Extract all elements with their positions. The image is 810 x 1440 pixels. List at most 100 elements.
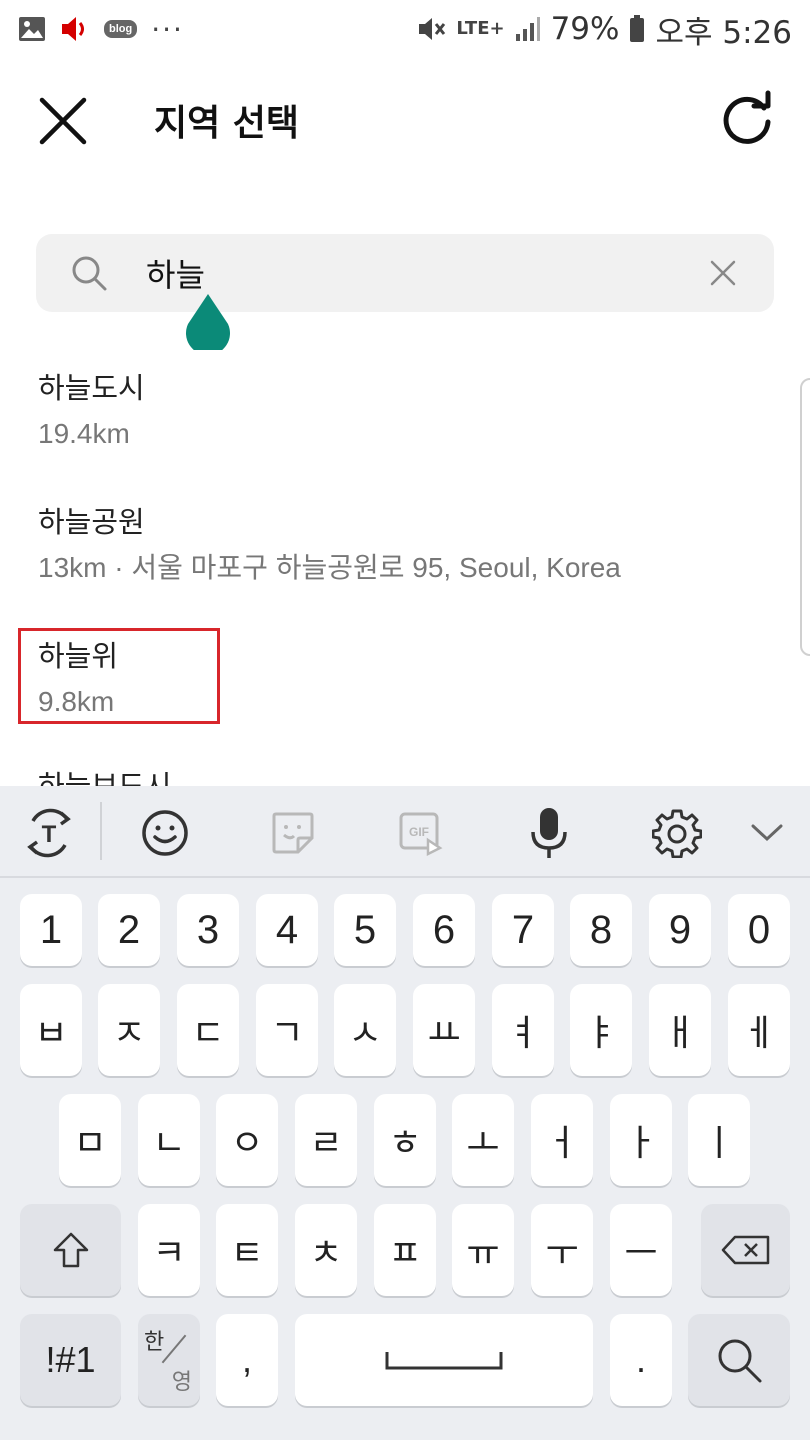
battery-percent: 79% <box>550 11 620 47</box>
clear-search-icon[interactable] <box>710 260 736 286</box>
search-icon <box>72 256 107 291</box>
key-1[interactable]: 1 <box>20 894 82 966</box>
page-title: 지역 선택 <box>154 103 300 144</box>
list-item[interactable]: 하늘도시 19.4km <box>38 368 145 454</box>
key-mieum[interactable]: ㅁ <box>59 1094 121 1186</box>
more-notifications-icon: ··· <box>151 12 184 46</box>
key-ya[interactable]: ㅑ <box>570 984 632 1076</box>
network-type: LTE+ <box>456 18 505 39</box>
gear-icon <box>652 809 702 858</box>
key-2[interactable]: 2 <box>98 894 160 966</box>
emoji-icon <box>142 810 188 856</box>
key-chieut[interactable]: ㅊ <box>295 1204 357 1296</box>
keyboard-toolbar: T GIF <box>0 786 810 878</box>
app-header: 지역 선택 <box>0 58 810 176</box>
key-0[interactable]: 0 <box>728 894 790 966</box>
text-mode-icon: T <box>27 808 71 858</box>
result-detail: 13km · 서울 마포구 하늘공원로 95, Seoul, Korea <box>38 552 621 583</box>
key-o[interactable]: ㅗ <box>452 1094 514 1186</box>
key-yu[interactable]: ㅠ <box>452 1204 514 1296</box>
key-pieup[interactable]: ㅍ <box>374 1204 436 1296</box>
close-icon <box>39 97 87 145</box>
hide-keyboard-button[interactable] <box>738 804 796 862</box>
key-u[interactable]: ㅜ <box>531 1204 593 1296</box>
edge-panel-handle[interactable] <box>800 378 810 656</box>
toolbar-divider <box>100 802 102 860</box>
key-ieung[interactable]: ㅇ <box>216 1094 278 1186</box>
search-input[interactable] <box>146 248 686 298</box>
backspace-key[interactable] <box>701 1204 790 1296</box>
keyboard: T GIF 1 2 3 4 5 6 7 8 9 0 ㅂ ㅈ ㄷ ㄱ ㅅ ㅛ ㅕ … <box>0 786 810 1440</box>
list-item[interactable]: 하늘공원 13km · 서울 마포구 하늘공원로 95, Seoul, Kore… <box>38 502 621 588</box>
key-bieup[interactable]: ㅂ <box>20 984 82 1076</box>
language-switch-key[interactable]: 한 영 <box>138 1314 200 1406</box>
key-eu[interactable]: ㅡ <box>610 1204 672 1296</box>
list-item[interactable]: 하늘보도시 <box>38 766 171 786</box>
chevron-down-icon <box>751 824 783 842</box>
key-giyeok[interactable]: ㄱ <box>256 984 318 1076</box>
key-tieut[interactable]: ㅌ <box>216 1204 278 1296</box>
keyboard-settings-button[interactable] <box>648 804 706 862</box>
refresh-icon <box>723 90 771 144</box>
selection-highlight <box>18 628 220 724</box>
gallery-icon <box>18 16 46 42</box>
key-9[interactable]: 9 <box>649 894 711 966</box>
key-8[interactable]: 8 <box>570 894 632 966</box>
gif-icon: GIF <box>399 812 443 856</box>
voice-input-button[interactable] <box>520 804 578 862</box>
search-icon <box>718 1339 762 1383</box>
result-detail: 19.4km <box>38 418 130 449</box>
volume-icon <box>60 15 90 43</box>
period-key[interactable]: . <box>610 1314 672 1406</box>
lang-english-label: 영 <box>171 1370 192 1395</box>
signal-icon <box>515 16 541 42</box>
svg-text:GIF: GIF <box>409 825 429 839</box>
key-6[interactable]: 6 <box>413 894 475 966</box>
key-ae[interactable]: ㅐ <box>649 984 711 1076</box>
mic-icon <box>531 808 567 858</box>
key-5[interactable]: 5 <box>334 894 396 966</box>
key-rieul[interactable]: ㄹ <box>295 1094 357 1186</box>
key-4[interactable]: 4 <box>256 894 318 966</box>
search-key[interactable] <box>688 1314 790 1406</box>
lang-korean-label: 한 <box>144 1330 165 1355</box>
gif-button[interactable]: GIF <box>392 804 450 862</box>
key-yo[interactable]: ㅛ <box>413 984 475 1076</box>
search-bar <box>36 234 774 312</box>
key-kieuk[interactable]: ㅋ <box>138 1204 200 1296</box>
space-icon <box>385 1352 503 1370</box>
key-jieut[interactable]: ㅈ <box>98 984 160 1076</box>
key-digeut[interactable]: ㄷ <box>177 984 239 1076</box>
symbols-key[interactable]: !#1 <box>20 1314 121 1406</box>
key-yeo[interactable]: ㅕ <box>492 984 554 1076</box>
key-hieut[interactable]: ㅎ <box>374 1094 436 1186</box>
text-mode-button[interactable]: T <box>20 804 78 862</box>
backspace-icon <box>721 1235 769 1265</box>
text-cursor-handle[interactable] <box>184 292 232 350</box>
key-eo[interactable]: ㅓ <box>531 1094 593 1186</box>
close-button[interactable] <box>34 92 92 150</box>
result-name: 하늘도시 <box>38 371 145 405</box>
battery-icon <box>629 15 645 43</box>
key-e[interactable]: ㅔ <box>728 984 790 1076</box>
svg-text:T: T <box>42 821 57 848</box>
shift-key[interactable] <box>20 1204 121 1296</box>
clock: 오후 5:26 <box>655 14 792 51</box>
status-bar: blog ··· LTE+ 79% 오후 5:26 <box>0 0 810 58</box>
key-siot[interactable]: ㅅ <box>334 984 396 1076</box>
blog-icon: blog <box>104 20 138 38</box>
key-3[interactable]: 3 <box>177 894 239 966</box>
emoji-button[interactable] <box>136 804 194 862</box>
key-7[interactable]: 7 <box>492 894 554 966</box>
result-name: 하늘공원 <box>38 505 145 539</box>
comma-key[interactable]: , <box>216 1314 278 1406</box>
lang-divider <box>161 1334 187 1364</box>
shift-icon <box>53 1232 88 1268</box>
key-a[interactable]: ㅏ <box>610 1094 672 1186</box>
mute-icon <box>416 15 446 43</box>
key-nieun[interactable]: ㄴ <box>138 1094 200 1186</box>
sticker-button[interactable] <box>264 804 322 862</box>
space-key[interactable] <box>295 1314 593 1406</box>
key-i[interactable]: ㅣ <box>688 1094 750 1186</box>
refresh-button[interactable] <box>716 88 778 150</box>
